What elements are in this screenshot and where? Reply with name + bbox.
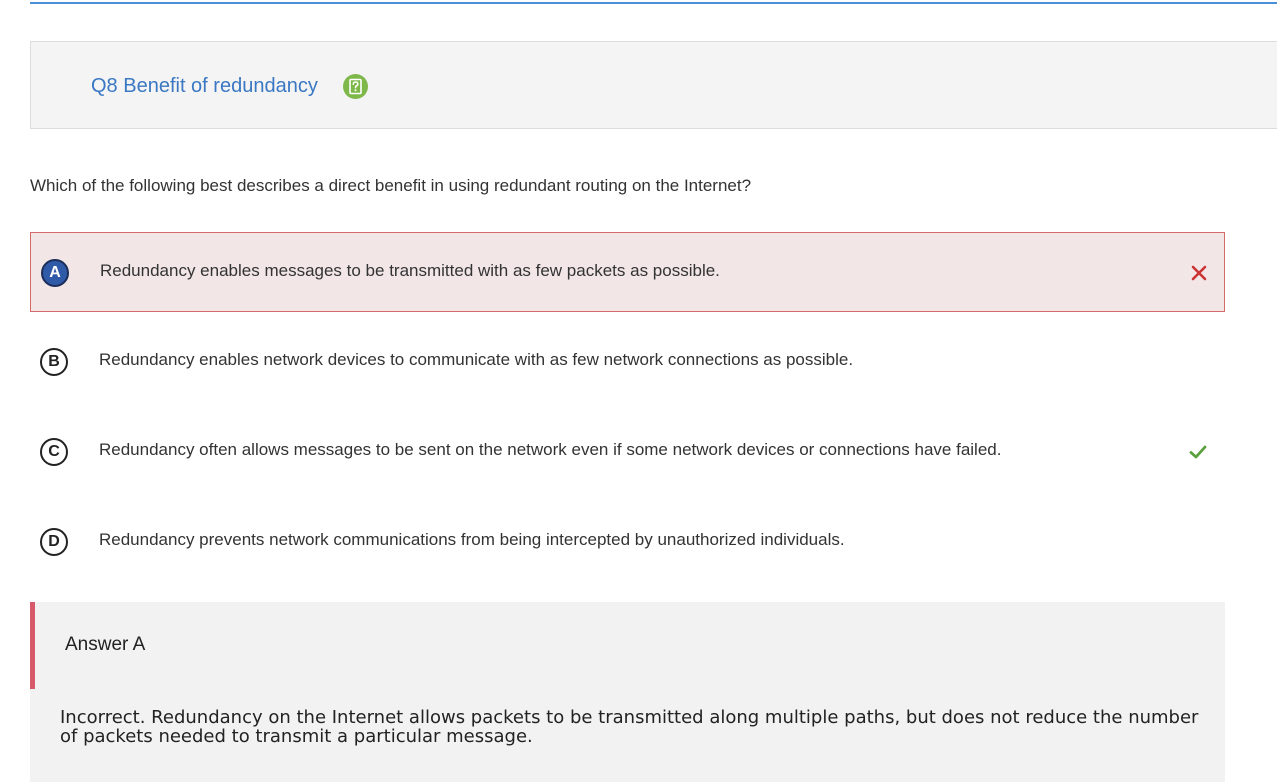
top-divider (30, 2, 1277, 4)
choice-a-text: Redundancy enables messages to be transm… (100, 261, 720, 280)
help-icon[interactable] (343, 74, 368, 99)
choice-c-text: Redundancy often allows messages to be s… (99, 440, 1002, 459)
choice-b[interactable]: B Redundancy enables network devices to … (30, 322, 1225, 402)
question-header: Q8 Benefit of redundancy (30, 41, 1277, 129)
answer-feedback-panel: Answer A Incorrect. Redundancy on the In… (30, 602, 1225, 782)
feedback-accent-bar (30, 602, 35, 689)
answer-explanation: Incorrect. Redundancy on the Internet al… (60, 707, 1199, 747)
close-icon (1189, 263, 1209, 283)
question-prompt: Which of the following best describes a … (30, 176, 752, 195)
check-icon (1188, 442, 1208, 462)
choice-d-letter-badge[interactable]: D (40, 528, 68, 556)
choice-a-letter-badge[interactable]: A (41, 259, 69, 287)
choice-a[interactable]: A Redundancy enables messages to be tran… (30, 232, 1225, 312)
choice-c[interactable]: C Redundancy often allows messages to be… (30, 412, 1225, 492)
question-title: Q8 Benefit of redundancy (91, 75, 318, 97)
answer-title: Answer A (65, 634, 146, 655)
choice-b-text: Redundancy enables network devices to co… (99, 350, 854, 369)
choice-d-text: Redundancy prevents network communicatio… (99, 530, 845, 549)
choice-c-letter-badge[interactable]: C (40, 438, 68, 466)
choice-b-letter-badge[interactable]: B (40, 348, 68, 376)
choice-d[interactable]: D Redundancy prevents network communicat… (30, 502, 1225, 582)
